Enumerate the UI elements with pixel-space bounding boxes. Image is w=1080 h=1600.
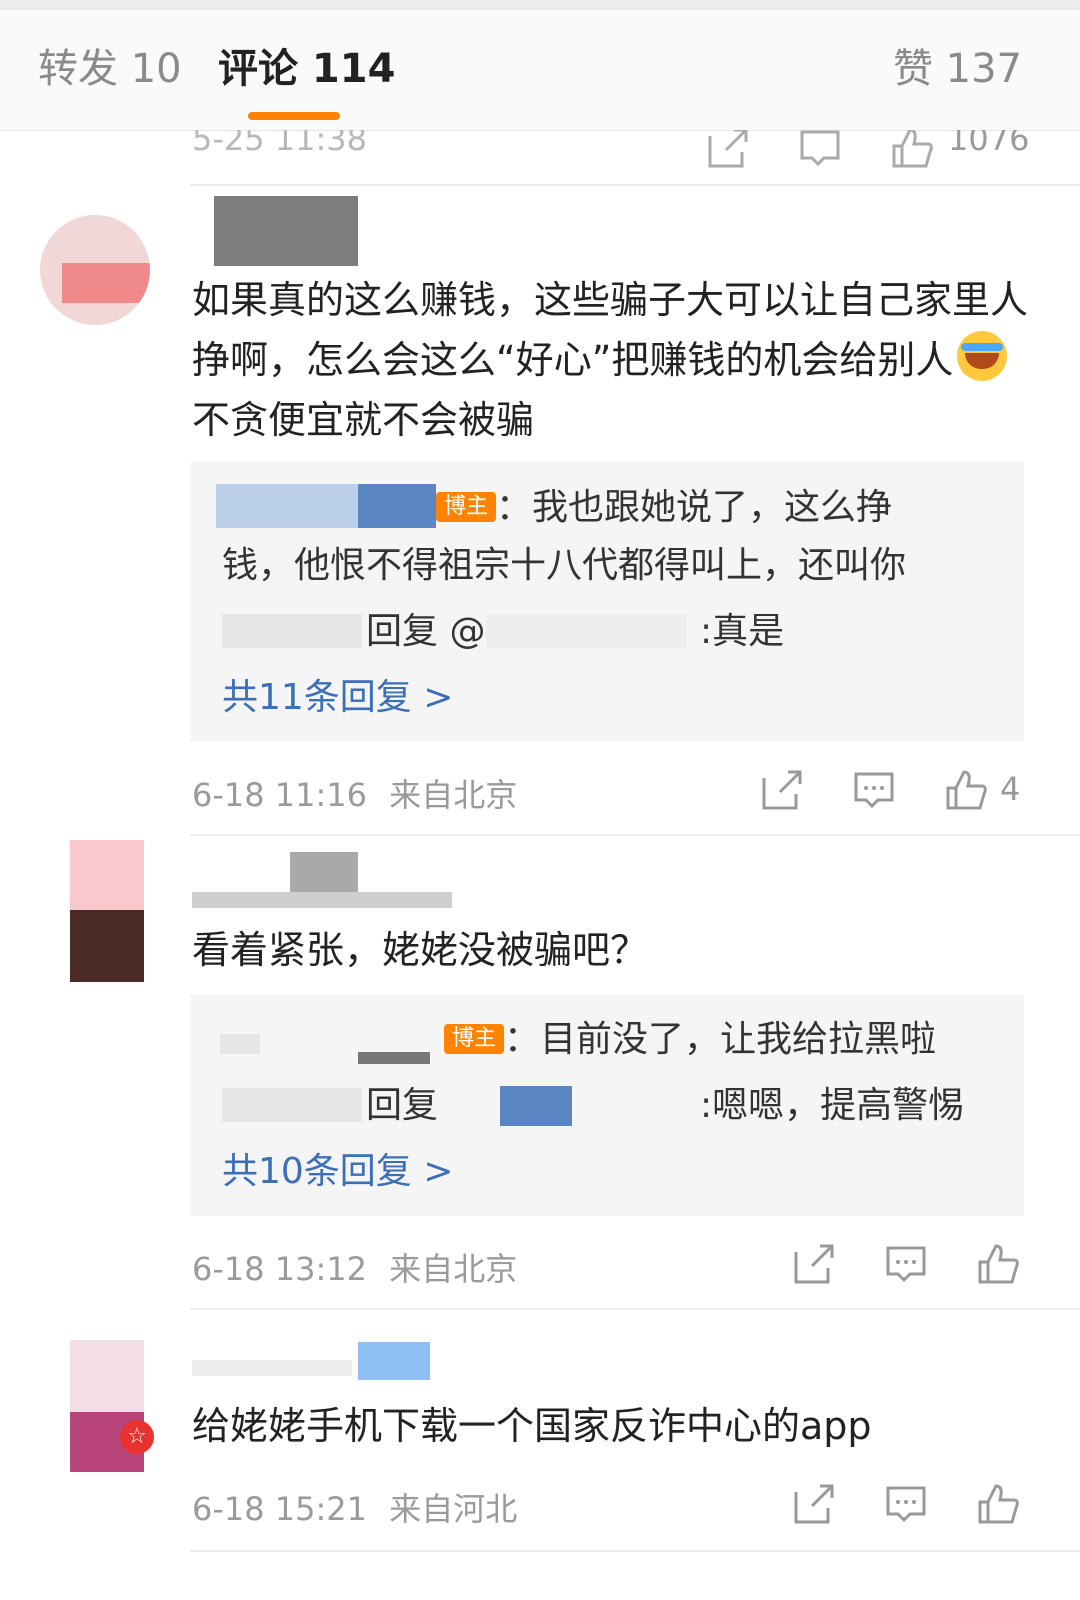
avatar[interactable] [70,840,144,910]
divider [190,1550,1080,1552]
comment-text: 看着紧张，姥姥没被骗吧？ [192,928,649,972]
timestamp: 5-25 11:38 [192,130,368,158]
more-replies-link[interactable]: 共10条回复 > [222,1144,453,1200]
reply-line: 博主 ：目前没了，让我给拉黑啦 [444,1012,936,1068]
avatar[interactable] [40,215,150,325]
share-icon[interactable] [706,130,750,170]
share-icon[interactable] [792,1482,836,1526]
tab-like[interactable]: 赞 137 [893,44,1022,94]
like-icon[interactable] [976,1242,1020,1286]
comment-text: 给姥姥手机下载一个国家反诈中心的app [192,1404,872,1448]
username-redacted [486,614,686,648]
author-badge: 博主 [444,1024,505,1054]
timestamp: 6-18 15:21 [192,1490,368,1528]
top-strip [0,0,1080,10]
comment-meta: 6-18 15:21 来自河北 [192,1484,517,1530]
author-badge: 博主 [436,492,497,522]
divider [190,184,1080,186]
share-icon[interactable] [792,1242,836,1286]
tab-bar: 转发 10 评论 114 赞 137 [0,0,1080,131]
share-icon[interactable] [760,768,804,812]
username-redacted [192,1360,352,1376]
like-count: 1076 [948,130,1030,158]
like-icon[interactable] [890,130,934,170]
username-redacted[interactable] [214,196,358,266]
reply-line: 回复 @ [366,611,486,652]
username-redacted [500,1086,572,1126]
active-tab-indicator [248,112,340,120]
username-redacted [222,1088,362,1122]
avatar-lower [70,910,144,982]
location: 来自北京 [389,1250,518,1288]
comment-icon[interactable] [884,1482,928,1526]
comment-icon[interactable] [884,1242,928,1286]
tab-repost[interactable]: 转发 10 [38,44,182,94]
reply-line: 博主 ：我也跟她说了，这么挣 [436,480,892,536]
previous-comment-footer: 5-25 11:38 1076 [0,130,1080,186]
comment-text: 如果真的这么赚钱，这些骗子大可以让自己家里人挣啊，怎么会这么“好心”把赚钱的机会… [192,278,1029,442]
like-count: 4 [1000,770,1021,808]
reply-line-continued: 钱，他恨不得祖宗十八代都得叫上，还叫你 [222,545,907,586]
username-redacted[interactable] [358,1342,430,1380]
verified-star-icon: ☆ [120,1420,154,1454]
more-replies-link[interactable]: 共11条回复 > [222,670,453,726]
location: 来自北京 [389,776,518,814]
location: 来自河北 [389,1490,518,1528]
like-icon[interactable] [944,768,988,812]
username-redacted [222,614,362,648]
comment-meta: 6-18 13:12 来自北京 [192,1244,517,1290]
laugh-cry-emoji [957,331,1008,381]
username-redacted [216,484,360,528]
divider [190,834,1080,836]
comment-icon[interactable] [852,768,896,812]
reply-line: :嗯嗯，提高警惕 [700,1085,965,1126]
tab-comment[interactable]: 评论 114 [218,44,395,94]
username-redacted [192,892,452,908]
reply-line: 回复 [366,1085,439,1126]
comment-meta: 6-18 11:16 来自北京 [192,770,517,816]
username-redacted [220,1034,260,1054]
timestamp: 6-18 13:12 [192,1250,368,1288]
divider [190,1308,1080,1310]
like-icon[interactable] [976,1482,1020,1526]
timestamp: 6-18 11:16 [192,776,368,814]
reply-line: :真是 [700,611,785,652]
comment-icon[interactable] [798,130,842,170]
avatar[interactable] [70,1340,144,1412]
username-redacted [358,1052,430,1064]
username-redacted [358,484,436,528]
